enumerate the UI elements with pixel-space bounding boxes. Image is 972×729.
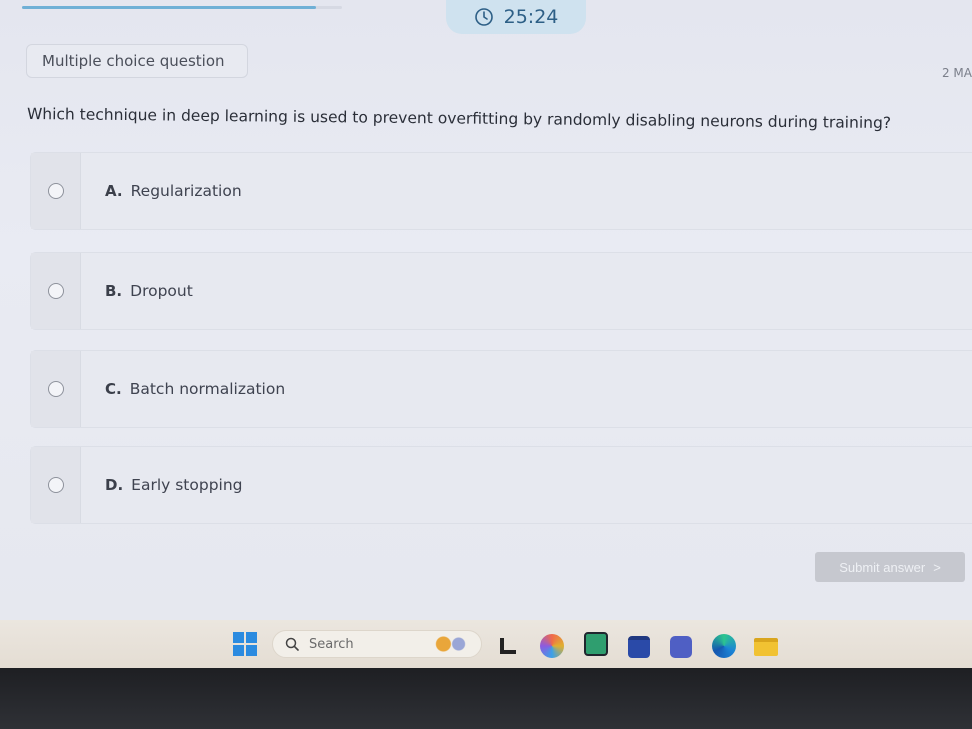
option-d-radio-cell[interactable] <box>31 447 81 523</box>
copilot-icon[interactable] <box>540 634 564 658</box>
question-type-label: Multiple choice question <box>26 44 248 78</box>
progress-fill <box>22 6 317 9</box>
option-b[interactable]: B. Dropout <box>30 252 972 330</box>
search-icon <box>285 637 299 651</box>
browser-viewport: 25:24 Multiple choice question 2 MA Whic… <box>0 0 972 620</box>
option-c-radio[interactable] <box>47 381 64 397</box>
taskbar <box>0 620 972 668</box>
option-d-letter: D. <box>105 476 124 494</box>
option-c-letter: C. <box>105 380 122 398</box>
monitor-bezel <box>0 668 972 729</box>
submit-answer-button[interactable]: Submit answer > <box>815 552 965 582</box>
option-a[interactable]: A. Regularization <box>30 152 972 230</box>
question-text: Which technique in deep learning is used… <box>26 105 892 133</box>
marks-label: 2 MA <box>941 66 972 80</box>
option-b-radio-cell[interactable] <box>31 253 81 329</box>
option-c-radio-cell[interactable] <box>31 351 81 427</box>
clock-icon <box>474 8 493 26</box>
photos-icon[interactable] <box>584 632 608 656</box>
teams-icon[interactable] <box>670 636 692 658</box>
widgets-icon[interactable] <box>432 634 470 654</box>
option-b-letter: B. <box>105 282 123 300</box>
timer: 25:24 <box>446 0 586 34</box>
option-b-text: Dropout <box>130 282 193 300</box>
timer-text: 25:24 <box>503 6 559 28</box>
taskbar-search-placeholder: Search <box>309 636 354 652</box>
progress-track <box>22 6 342 9</box>
submit-answer-label: Submit answer <box>839 559 926 575</box>
option-d-radio[interactable] <box>47 477 64 493</box>
option-a-radio[interactable] <box>47 183 64 199</box>
option-d[interactable]: D. Early stopping <box>30 446 972 524</box>
option-b-radio[interactable] <box>47 283 64 299</box>
option-a-radio-cell[interactable] <box>31 153 81 229</box>
option-d-text: Early stopping <box>131 476 243 494</box>
chevron-right-icon: > <box>933 559 941 575</box>
option-a-letter: A. <box>105 182 123 200</box>
option-a-text: Regularization <box>130 182 242 200</box>
file-explorer-icon[interactable] <box>754 638 778 656</box>
task-view-icon[interactable] <box>500 638 516 654</box>
edge-icon[interactable] <box>712 634 736 658</box>
windows-start-icon[interactable] <box>233 632 257 656</box>
store-icon[interactable] <box>628 636 650 658</box>
option-c[interactable]: C. Batch normalization <box>30 350 972 428</box>
option-c-text: Batch normalization <box>129 380 286 398</box>
